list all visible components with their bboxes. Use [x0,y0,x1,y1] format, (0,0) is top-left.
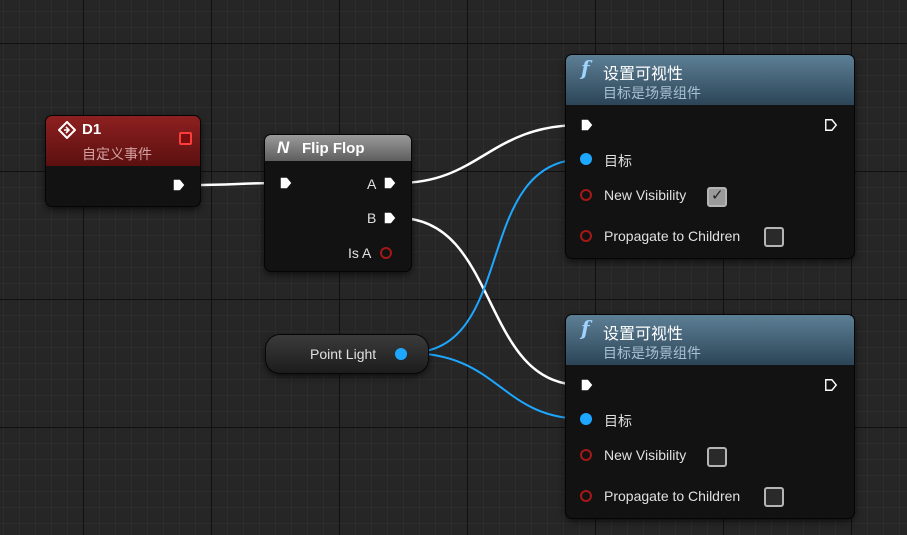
object-wire-light-to-setvis2 [407,352,586,420]
flipflop-isa-bool-pin[interactable] [380,247,392,259]
set-visibility-2-target-label: 目标 [604,413,632,429]
set-visibility-1-propagate-pin[interactable] [580,230,592,242]
point-light-variable-node[interactable]: Point Light [266,335,428,373]
set-visibility-2-propagate-checkbox[interactable] [764,487,784,507]
flipflop-exec-a-pin[interactable] [383,176,397,190]
event-subtitle: 自定义事件 [82,146,152,162]
flipflop-pin-b-label: B [367,210,377,226]
set-visibility-2-new-visibility-label: New Visibility [604,447,687,463]
flipflop-exec-b-pin[interactable] [383,211,397,225]
exec-wire-a-to-setvis1 [397,123,582,185]
set-visibility-1-propagate-checkbox[interactable] [764,227,784,247]
set-visibility-1-target-pin[interactable] [580,153,592,165]
set-visibility-2-exec-in-pin[interactable] [580,378,594,392]
flipflop-title: Flip Flop [302,140,365,157]
point-light-label: Point Light [310,346,377,362]
event-delegate-pin[interactable] [179,132,192,145]
set-visibility-node-2[interactable]: f 设置可视性 目标是场景组件 目标 New Visibility Propag… [566,315,854,518]
function-icon: f [581,316,590,340]
flipflop-icon: N [277,138,290,157]
function-icon: f [581,56,590,80]
flipflop-pin-a-label: A [367,176,377,192]
object-wire-light-to-setvis1 [407,158,586,354]
set-visibility-2-propagate-label: Propagate to Children [604,488,741,504]
flipflop-pin-isa-label: Is A [348,245,372,261]
custom-event-node[interactable]: D1 自定义事件 [46,116,200,206]
event-diamond-icon [58,121,76,139]
set-visibility-1-new-visibility-pin[interactable] [580,189,592,201]
set-visibility-2-new-visibility-pin[interactable] [580,449,592,461]
set-visibility-2-subtitle: 目标是场景组件 [603,345,701,361]
set-visibility-node-1[interactable]: f 设置可视性 目标是场景组件 目标 New Visibility ✓ Prop… [566,55,854,258]
event-exec-out-pin[interactable] [172,178,186,192]
set-visibility-1-new-visibility-checkbox[interactable]: ✓ [707,187,727,207]
set-visibility-2-propagate-pin[interactable] [580,490,592,502]
set-visibility-1-propagate-label: Propagate to Children [604,228,741,244]
set-visibility-2-target-pin[interactable] [580,413,592,425]
set-visibility-2-new-visibility-checkbox[interactable] [707,447,727,467]
flipflop-exec-in-pin[interactable] [279,176,293,190]
set-visibility-1-exec-in-pin[interactable] [580,118,594,132]
set-visibility-1-new-visibility-label: New Visibility [604,187,687,203]
checkmark-icon: ✓ [711,187,724,204]
flipflop-node[interactable]: N Flip Flop A B Is A [265,135,411,271]
set-visibility-1-exec-out-pin[interactable] [824,118,838,132]
event-title: D1 [82,121,102,138]
set-visibility-2-title: 设置可视性 [603,326,684,343]
set-visibility-1-target-label: 目标 [604,153,632,169]
set-visibility-1-title: 设置可视性 [603,66,684,83]
set-visibility-1-subtitle: 目标是场景组件 [603,85,701,101]
point-light-object-out-pin[interactable] [395,348,407,360]
set-visibility-2-exec-out-pin[interactable] [824,378,838,392]
